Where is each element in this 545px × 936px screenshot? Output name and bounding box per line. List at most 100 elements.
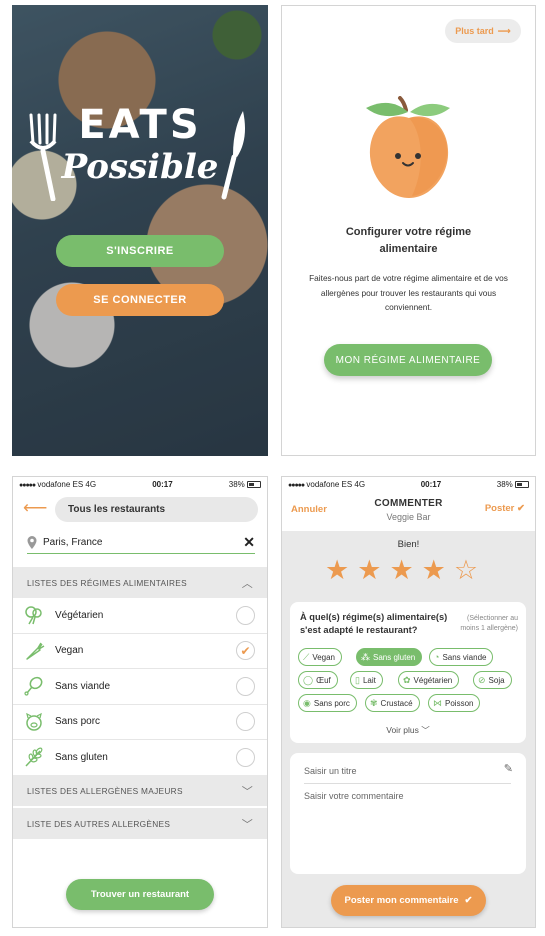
diet-row-no-meat[interactable]: Sans viande — [13, 669, 267, 705]
title-input[interactable]: Saisir un titre — [304, 766, 511, 784]
login-button[interactable]: SE CONNECTER — [56, 284, 224, 316]
battery-percent: 38% — [228, 479, 245, 489]
chip-label: Sans porc — [313, 698, 350, 708]
chip-label: Vegan — [312, 652, 336, 662]
egg-icon: ◯ — [303, 674, 314, 685]
logo-line-2: Possible — [61, 147, 219, 187]
post-comment-label: Poster mon commentaire — [344, 895, 459, 906]
diet-label: Vegan — [55, 645, 84, 657]
chip-label: Végétarien — [413, 675, 453, 685]
diet-radio[interactable]: ✔ — [236, 641, 255, 661]
chip-fish[interactable]: ⋈ Poisson — [428, 694, 481, 712]
star-filled-icon[interactable]: ★ — [325, 557, 349, 584]
diet-question: À quel(s) régime(s) alimentaire(s) s'est… — [300, 612, 448, 635]
carrier: vodafone ES — [37, 479, 84, 489]
battery-icon — [247, 480, 261, 488]
diet-row-no-pork[interactable]: Sans porc — [13, 705, 267, 740]
chip-no-pork[interactable]: ◉ Sans porc — [298, 694, 357, 712]
carrier: vodafone ES — [306, 479, 353, 489]
check-icon: ✔ — [517, 503, 525, 514]
post-label: Poster — [484, 503, 515, 514]
diet-radio[interactable] — [236, 712, 255, 732]
wheat-icon: ⁂ — [361, 651, 370, 662]
signal-icon: ●●●●● — [19, 481, 36, 489]
wheat-icon — [25, 747, 43, 767]
chip-soy[interactable]: ⊘ Soja — [473, 671, 512, 689]
star-filled-icon[interactable]: ★ — [389, 557, 413, 584]
scope-selector[interactable]: Tous les restaurants — [55, 497, 258, 522]
carrot-icon — [26, 642, 45, 660]
diet-section-header[interactable]: LISTES DES RÉGIMES ALIMENTAIRES ︿ — [13, 567, 267, 598]
diet-radio[interactable] — [236, 676, 255, 696]
pig-icon: ◉ — [303, 697, 311, 708]
star-empty-icon[interactable]: ☆ — [454, 557, 478, 584]
diet-row-gluten-free[interactable]: Sans gluten — [13, 740, 267, 776]
chip-vegan[interactable]: ⟋ Vegan — [298, 648, 343, 666]
star-filled-icon[interactable]: ★ — [357, 557, 381, 584]
chip-label: Sans gluten — [373, 652, 416, 662]
broccoli-icon: ✿ — [403, 674, 411, 685]
battery-percent: 38% — [496, 479, 513, 489]
chip-milk[interactable]: ▯ Lait — [350, 671, 383, 689]
check-icon: ✔ — [240, 643, 251, 658]
pencil-icon: ✎ — [503, 763, 513, 775]
comment-screen: ●●●●● vodafone ES 4G 00:17 38% Annuler C… — [281, 476, 536, 928]
signal-icon: ●●●●● — [288, 481, 305, 489]
diet-label: Sans porc — [55, 716, 101, 728]
chip-egg[interactable]: ◯ Œuf — [298, 671, 338, 689]
drumstick-icon — [24, 677, 43, 696]
find-restaurant-button[interactable]: Trouver un restaurant — [66, 879, 214, 910]
onboarding-title: Configurer votre régime alimentaire — [345, 226, 472, 255]
chip-label: Poisson — [445, 698, 474, 708]
status-bar: ●●●●● vodafone ES 4G 00:17 38% — [282, 477, 535, 491]
chip-gluten-free[interactable]: ⁂ Sans gluten — [356, 648, 423, 666]
diet-radio[interactable] — [236, 747, 255, 767]
diet-row-vegan[interactable]: Vegan ✔ — [13, 634, 267, 669]
restaurant-filter-screen: ●●●●● vodafone ES 4G 00:17 38% ⟵ Tous le… — [12, 476, 268, 928]
major-allergens-header[interactable]: LISTES DES ALLERGÈNES MAJEURS ﹀ — [13, 775, 267, 806]
logo-line-1: EATS — [78, 102, 202, 148]
later-button[interactable]: Plus tard ⟶ — [445, 19, 521, 43]
post-comment-button[interactable]: Poster mon commentaire ✔ — [331, 885, 486, 916]
other-allergens-header[interactable]: LISTE DES AUTRES ALLERGÈNES ﹀ — [13, 808, 267, 839]
chip-label: Sans viande — [442, 652, 487, 662]
my-diet-button[interactable]: MON RÉGIME ALIMENTAIRE — [324, 344, 492, 376]
chip-vegetarian[interactable]: ✿ Végétarien — [398, 671, 460, 689]
post-button[interactable]: Poster ✔ — [485, 503, 525, 514]
star-rating[interactable]: ★ ★ ★ ★ ☆ — [325, 557, 478, 584]
drumstick-icon: ◔ — [434, 652, 440, 662]
network: 4G — [354, 479, 366, 489]
signup-button[interactable]: S'INSCRIRE — [56, 235, 224, 267]
location-field[interactable]: Paris, France ✕ — [27, 532, 255, 554]
chevron-down-icon: ﹀ — [241, 785, 253, 798]
diet-row-vegetarian[interactable]: Végétarien — [13, 598, 267, 634]
battery-icon — [515, 480, 529, 488]
see-more-link[interactable]: Voir plus ﹀ — [290, 724, 526, 736]
diet-label: Sans viande — [55, 680, 111, 692]
diet-label: Végétarien — [55, 609, 104, 621]
diet-radio[interactable] — [236, 605, 255, 625]
clock: 00:17 — [152, 479, 173, 489]
broccoli-icon — [25, 606, 42, 625]
welcome-screen: EATS Possible S'INSCRIRE SE CONNECTER — [12, 5, 268, 456]
status-bar: ●●●●● vodafone ES 4G 00:17 38% — [13, 477, 267, 491]
chevron-down-icon: ﹀ — [421, 725, 430, 735]
comment-textarea[interactable]: Saisir votre commentaire — [304, 791, 404, 801]
soy-icon: ⊘ — [478, 674, 486, 685]
diet-section-label: LISTES DES RÉGIMES ALIMENTAIRES — [27, 577, 187, 588]
chip-label: Œuf — [316, 675, 331, 685]
milk-icon: ▯ — [355, 674, 360, 685]
chevron-up-icon: ︿ — [241, 577, 253, 590]
star-filled-icon[interactable]: ★ — [422, 557, 446, 584]
arrow-left-icon[interactable]: ⟵ — [23, 499, 47, 516]
diet-question-hint: (Sélectionner au moins 1 allergène) — [460, 615, 518, 632]
chip-shellfish[interactable]: ✾ Crustacé — [365, 694, 420, 712]
scope-label: Tous les restaurants — [68, 504, 166, 515]
clock: 00:17 — [420, 479, 442, 489]
onboarding-description: Faites-nous part de votre régime aliment… — [309, 273, 508, 312]
diet-label: Sans gluten — [55, 751, 108, 763]
network: 4G — [85, 479, 97, 489]
diet-question-card: À quel(s) régime(s) alimentaire(s) s'est… — [290, 602, 526, 743]
chip-no-meat[interactable]: ◔ Sans viande — [429, 648, 494, 666]
close-icon[interactable]: ✕ — [243, 534, 255, 551]
